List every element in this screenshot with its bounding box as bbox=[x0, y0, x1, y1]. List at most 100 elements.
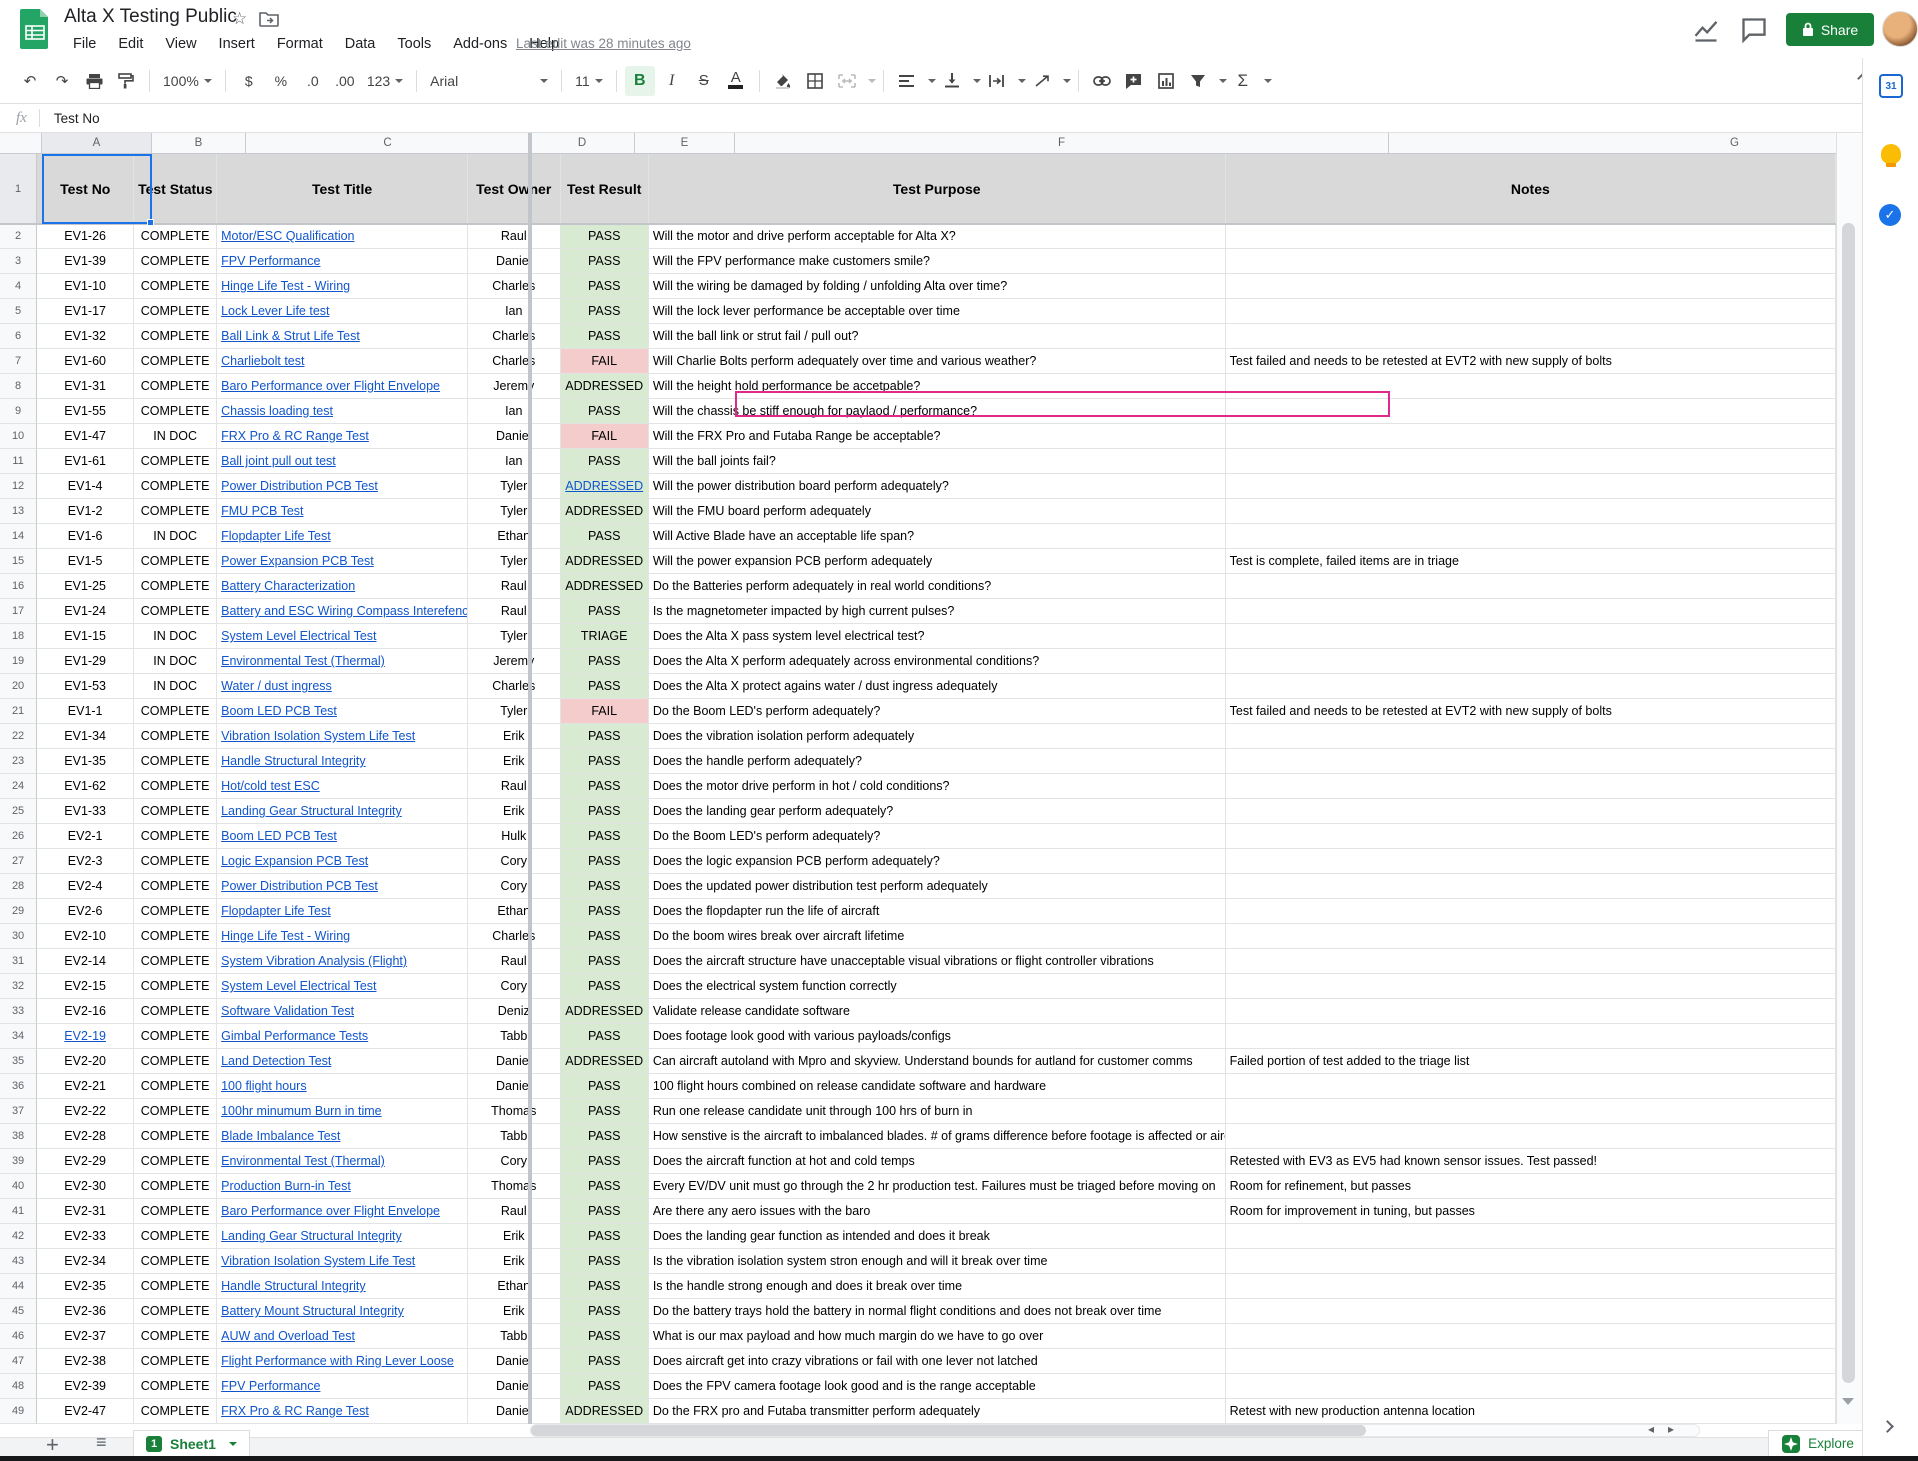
row-number[interactable]: 41 bbox=[0, 1199, 37, 1224]
insert-chart-button[interactable] bbox=[1151, 66, 1181, 96]
cell-no[interactable]: EV1-15 bbox=[37, 624, 134, 649]
cell-title[interactable]: FMU PCB Test bbox=[217, 499, 468, 524]
cell-no[interactable]: EV1-25 bbox=[37, 574, 134, 599]
header-test-purpose[interactable]: Test Purpose bbox=[649, 154, 1226, 224]
tasks-icon[interactable]: ✓ bbox=[1879, 204, 1901, 226]
cell-notes[interactable] bbox=[1226, 649, 1836, 674]
star-icon[interactable]: ☆ bbox=[232, 9, 247, 29]
document-title[interactable]: Alta X Testing Public bbox=[64, 6, 237, 28]
cell-notes[interactable] bbox=[1226, 499, 1836, 524]
row-number[interactable]: 42 bbox=[0, 1224, 37, 1249]
cell-title[interactable]: FPV Performance bbox=[217, 249, 468, 274]
cell-title[interactable]: Vibration Isolation System Life Test bbox=[217, 1249, 468, 1274]
cell-title[interactable]: Motor/ESC Qualification bbox=[217, 224, 468, 249]
cell-purpose[interactable]: Will Active Blade have an acceptable lif… bbox=[649, 524, 1226, 549]
cell-status[interactable]: COMPLETE bbox=[134, 1049, 217, 1074]
cell-status[interactable]: IN DOC bbox=[134, 674, 217, 699]
sheets-logo-icon[interactable] bbox=[20, 9, 50, 49]
sheet-tab[interactable]: 1 Sheet1 bbox=[133, 1430, 250, 1457]
cell-notes[interactable] bbox=[1226, 774, 1836, 799]
cell-no[interactable]: EV2-29 bbox=[37, 1149, 134, 1174]
row-number[interactable]: 6 bbox=[0, 324, 37, 349]
cell-result[interactable]: PASS bbox=[561, 824, 649, 849]
cell-owner[interactable]: Thomas bbox=[468, 1174, 561, 1199]
cell-owner[interactable]: Erik bbox=[468, 724, 561, 749]
cell-status[interactable]: COMPLETE bbox=[134, 1099, 217, 1124]
cell-no[interactable]: EV1-53 bbox=[37, 674, 134, 699]
cell-purpose[interactable]: Every EV/DV unit must go through the 2 h… bbox=[649, 1174, 1226, 1199]
all-sheets-button[interactable]: ≡ bbox=[96, 1432, 107, 1453]
cell-no[interactable]: EV2-30 bbox=[37, 1174, 134, 1199]
cell-notes[interactable] bbox=[1226, 399, 1836, 424]
insert-comment-button[interactable] bbox=[1119, 66, 1149, 96]
cell-owner[interactable]: Daniel bbox=[468, 1374, 561, 1399]
cell-status[interactable]: COMPLETE bbox=[134, 574, 217, 599]
cell-purpose[interactable]: 100 flight hours combined on release can… bbox=[649, 1074, 1226, 1099]
cell-result[interactable]: PASS bbox=[561, 599, 649, 624]
cell-notes[interactable] bbox=[1226, 274, 1836, 299]
column-header-B[interactable]: B bbox=[152, 133, 246, 154]
cell-status[interactable]: COMPLETE bbox=[134, 1224, 217, 1249]
cell-title[interactable]: Flopdapter Life Test bbox=[217, 899, 468, 924]
decrease-decimal-button[interactable]: .0 bbox=[298, 66, 328, 96]
cell-notes[interactable] bbox=[1226, 874, 1836, 899]
cell-status[interactable]: COMPLETE bbox=[134, 1174, 217, 1199]
calendar-icon[interactable]: 31 bbox=[1879, 74, 1903, 98]
cell-status[interactable]: COMPLETE bbox=[134, 1024, 217, 1049]
formula-bar[interactable]: fx Test No bbox=[0, 104, 1918, 133]
cell-title[interactable]: Boom LED PCB Test bbox=[217, 824, 468, 849]
cell-title[interactable]: Blade Imbalance Test bbox=[217, 1124, 468, 1149]
cell-result[interactable]: ADDRESSED bbox=[561, 549, 649, 574]
cell-no[interactable]: EV2-35 bbox=[37, 1274, 134, 1299]
cell-status[interactable]: COMPLETE bbox=[134, 949, 217, 974]
cell-notes[interactable] bbox=[1226, 924, 1836, 949]
column-header-D[interactable]: D bbox=[530, 133, 635, 154]
row-number[interactable]: 37 bbox=[0, 1099, 37, 1124]
cell-owner[interactable]: Daniel bbox=[468, 1049, 561, 1074]
row-number[interactable]: 13 bbox=[0, 499, 37, 524]
redo-button[interactable]: ↷ bbox=[47, 66, 77, 96]
cell-purpose[interactable]: Does the vibration isolation perform ade… bbox=[649, 724, 1226, 749]
cell-result[interactable]: PASS bbox=[561, 874, 649, 899]
cell-status[interactable]: COMPLETE bbox=[134, 474, 217, 499]
cell-owner[interactable]: Tyler bbox=[468, 699, 561, 724]
menu-item-edit[interactable]: Edit bbox=[109, 34, 152, 54]
cell-status[interactable]: COMPLETE bbox=[134, 1149, 217, 1174]
cell-title[interactable]: 100 flight hours bbox=[217, 1074, 468, 1099]
cell-status[interactable]: COMPLETE bbox=[134, 849, 217, 874]
cell-no[interactable]: EV1-32 bbox=[37, 324, 134, 349]
cell-title[interactable]: Water / dust ingress bbox=[217, 674, 468, 699]
cell-result[interactable]: PASS bbox=[561, 649, 649, 674]
cell-result[interactable]: PASS bbox=[561, 1299, 649, 1324]
row-number[interactable]: 18 bbox=[0, 624, 37, 649]
cell-status[interactable]: IN DOC bbox=[134, 624, 217, 649]
cell-title[interactable]: Production Burn-in Test bbox=[217, 1174, 468, 1199]
cell-status[interactable]: IN DOC bbox=[134, 424, 217, 449]
cell-purpose[interactable]: Are there any aero issues with the baro bbox=[649, 1199, 1226, 1224]
row-number[interactable]: 49 bbox=[0, 1399, 37, 1424]
row-number[interactable]: 30 bbox=[0, 924, 37, 949]
cell-result[interactable]: PASS bbox=[561, 1374, 649, 1399]
cell-no[interactable]: EV2-37 bbox=[37, 1324, 134, 1349]
cell-no[interactable]: EV1-2 bbox=[37, 499, 134, 524]
frozen-column-divider[interactable] bbox=[528, 133, 532, 1424]
cell-owner[interactable]: Tabb bbox=[468, 1324, 561, 1349]
share-button[interactable]: Share bbox=[1786, 13, 1874, 46]
cell-result[interactable]: PASS bbox=[561, 674, 649, 699]
cell-purpose[interactable]: Will the FMU board perform adequately bbox=[649, 499, 1226, 524]
cell-purpose[interactable]: Can aircraft autoland with Mpro and skyv… bbox=[649, 1049, 1226, 1074]
cell-title[interactable]: Vibration Isolation System Life Test bbox=[217, 724, 468, 749]
row-number[interactable]: 29 bbox=[0, 899, 37, 924]
cell-notes[interactable] bbox=[1226, 1224, 1836, 1249]
cell-result[interactable]: PASS bbox=[561, 1074, 649, 1099]
row-number[interactable]: 9 bbox=[0, 399, 37, 424]
row-number[interactable]: 40 bbox=[0, 1174, 37, 1199]
row-number[interactable]: 26 bbox=[0, 824, 37, 849]
cell-owner[interactable]: Jeremy bbox=[468, 649, 561, 674]
cell-result[interactable]: ADDRESSED bbox=[561, 574, 649, 599]
cell-title[interactable]: Chassis loading test bbox=[217, 399, 468, 424]
cell-status[interactable]: COMPLETE bbox=[134, 1349, 217, 1374]
cell-purpose[interactable]: Will the height hold performance be acce… bbox=[649, 374, 1226, 399]
cell-status[interactable]: COMPLETE bbox=[134, 599, 217, 624]
cell-status[interactable]: COMPLETE bbox=[134, 699, 217, 724]
